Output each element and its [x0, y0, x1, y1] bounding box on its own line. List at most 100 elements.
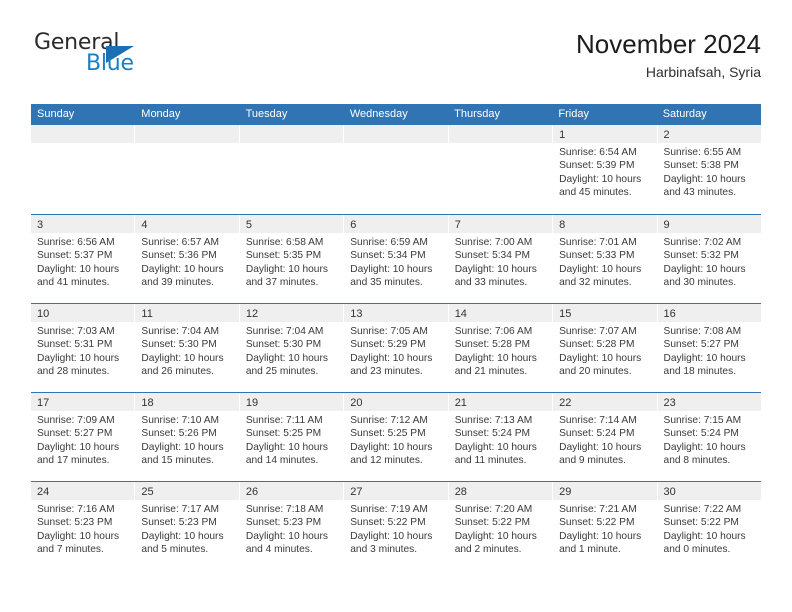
daylight-duration-line1: Daylight: 10 hours: [141, 352, 224, 364]
sunset-time: Sunset: 5:24 PM: [663, 428, 739, 440]
calendar-day-cell[interactable]: 5 Sunrise: 6:58 AM Sunset: 5:35 PM Daylight…: [239, 215, 345, 303]
calendar-day-cell[interactable]: 16 Sunrise: 7:08 AM Sunset: 5:27 PM Dayligh…: [657, 304, 761, 392]
daylight-duration-line1: Daylight: 10 hours: [245, 441, 328, 453]
calendar-day-cell[interactable]: 24 Sunrise: 7:16 AM Sunset: 5:23 PM Dayligh…: [31, 482, 136, 570]
sunrise-time: Sunrise: 7:10 AM: [141, 415, 220, 426]
calendar-day-cell[interactable]: 30 Sunrise: 7:22 AM Sunset: 5:22 PM Dayligh…: [657, 482, 761, 570]
calendar-day-cell[interactable]: 26 Sunrise: 7:18 AM Sunset: 5:23 PM Dayligh…: [239, 482, 345, 570]
day-number: 5: [245, 219, 252, 231]
day-number-band: 19: [239, 393, 344, 411]
daylight-duration-line2: and 35 minutes.: [350, 276, 423, 288]
daylight-duration-line2: and 43 minutes.: [663, 186, 737, 198]
calendar-day-cell[interactable]: 21 Sunrise: 7:13 AM Sunset: 5:24 PM Dayligh…: [448, 393, 554, 481]
daylight-duration-line2: and 37 minutes.: [245, 276, 319, 288]
day-details: Sunrise: 6:56 AM Sunset: 5:37 PM Daylight:…: [31, 233, 134, 289]
calendar-day-cell[interactable]: 22 Sunrise: 7:14 AM Sunset: 5:24 PM Dayligh…: [553, 393, 658, 481]
sunrise-time: Sunrise: 7:02 AM: [663, 237, 742, 248]
calendar-weeks: 1 Sunrise: 6:54 AM Sunset: 5:39 PM Daylight…: [31, 125, 761, 570]
calendar-day-cell[interactable]: 17 Sunrise: 7:09 AM Sunset: 5:27 PM Dayligh…: [31, 393, 136, 481]
calendar-day-cell[interactable]: 29 Sunrise: 7:21 AM Sunset: 5:22 PM Dayligh…: [553, 482, 658, 570]
calendar-day-cell[interactable]: 25 Sunrise: 7:17 AM Sunset: 5:23 PM Dayligh…: [135, 482, 240, 570]
daylight-duration-line1: Daylight: 10 hours: [37, 263, 120, 275]
sunrise-time: Sunrise: 7:08 AM: [663, 326, 742, 337]
sunrise-time: Sunrise: 6:59 AM: [350, 237, 428, 248]
sunrise-time: Sunrise: 7:22 AM: [663, 504, 742, 515]
sunset-time: Sunset: 5:23 PM: [245, 517, 322, 529]
calendar-day-cell[interactable]: 13 Sunrise: 7:05 AM Sunset: 5:29 PM Dayligh…: [344, 304, 449, 392]
calendar-day-cell[interactable]: 15 Sunrise: 7:07 AM Sunset: 5:28 PM Dayligh…: [553, 304, 658, 392]
sunrise-time: Sunrise: 7:04 AM: [245, 326, 324, 337]
day-number-band: 4: [135, 215, 239, 233]
day-number: 28: [454, 486, 467, 498]
generalblue-logo[interactable]: General Blue: [31, 32, 211, 90]
sunrise-time: Sunrise: 7:21 AM: [559, 504, 637, 515]
day-number-band: 16: [657, 304, 761, 322]
calendar-day-cell[interactable]: 2 Sunrise: 6:55 AM Sunset: 5:38 PM Daylight…: [657, 125, 761, 214]
day-number-band: 3: [31, 215, 135, 233]
calendar-day-cell[interactable]: 9 Sunrise: 7:02 AM Sunset: 5:32 PM Daylight…: [657, 215, 761, 303]
calendar-day-cell[interactable]: 6 Sunrise: 6:59 AM Sunset: 5:34 PM Daylight…: [344, 215, 449, 303]
day-number: 12: [245, 308, 259, 320]
calendar-day-cell[interactable]: 11 Sunrise: 7:04 AM Sunset: 5:30 PM Dayligh…: [135, 304, 240, 392]
day-number-band: 8: [553, 215, 657, 233]
daylight-duration-line2: and 32 minutes.: [559, 276, 632, 288]
day-number-band: 22: [553, 393, 657, 411]
calendar-day-cell[interactable]: 27 Sunrise: 7:19 AM Sunset: 5:22 PM Dayligh…: [344, 482, 449, 570]
day-details: Sunrise: 7:19 AM Sunset: 5:22 PM Daylight:…: [344, 500, 447, 556]
calendar-day-cell[interactable]: 1 Sunrise: 6:54 AM Sunset: 5:39 PM Daylight…: [553, 125, 658, 214]
day-details: [240, 143, 343, 146]
sunset-time: Sunset: 5:24 PM: [454, 428, 531, 440]
sunrise-time: Sunrise: 6:58 AM: [245, 237, 324, 248]
day-number: 22: [559, 397, 572, 409]
day-details: Sunrise: 6:55 AM Sunset: 5:38 PM Daylight:…: [658, 143, 761, 199]
calendar-week-row: 3 Sunrise: 6:56 AM Sunset: 5:37 PM Daylight…: [31, 214, 761, 303]
day-number-band: 28: [448, 482, 553, 500]
daylight-duration-line1: Daylight: 10 hours: [454, 530, 537, 542]
sunset-time: Sunset: 5:25 PM: [350, 428, 426, 440]
daylight-duration-line2: and 11 minutes.: [454, 454, 527, 466]
daylight-duration-line1: Daylight: 10 hours: [350, 530, 433, 542]
day-details: Sunrise: 7:12 AM Sunset: 5:25 PM Daylight:…: [344, 411, 447, 467]
daylight-duration-line2: and 12 minutes.: [350, 454, 423, 466]
sunset-time: Sunset: 5:28 PM: [454, 339, 531, 351]
sunset-time: Sunset: 5:23 PM: [141, 517, 217, 529]
calendar-day-cell[interactable]: 3 Sunrise: 6:56 AM Sunset: 5:37 PM Daylight…: [31, 215, 136, 303]
day-details: Sunrise: 7:08 AM Sunset: 5:27 PM Daylight:…: [658, 322, 761, 378]
day-number-band: 24: [31, 482, 135, 500]
dow-header-friday: Friday: [558, 108, 589, 120]
day-of-week-header-row: Sunday Monday Tuesday Wednesday Thursday…: [31, 104, 761, 125]
day-details: Sunrise: 7:20 AM Sunset: 5:22 PM Daylight:…: [449, 500, 552, 556]
calendar-day-cell[interactable]: 7 Sunrise: 7:00 AM Sunset: 5:34 PM Daylight…: [448, 215, 554, 303]
day-number: 24: [37, 486, 50, 498]
day-number: 13: [350, 308, 363, 320]
daylight-duration-line1: Daylight: 10 hours: [350, 352, 433, 364]
calendar-day-cell[interactable]: 23 Sunrise: 7:15 AM Sunset: 5:24 PM Dayligh…: [657, 393, 761, 481]
calendar-day-cell[interactable]: 12 Sunrise: 7:04 AM Sunset: 5:30 PM Dayligh…: [239, 304, 345, 392]
calendar-day-cell[interactable]: 14 Sunrise: 7:06 AM Sunset: 5:28 PM Dayligh…: [448, 304, 554, 392]
logo-text-blue: Blue: [86, 51, 134, 76]
sunrise-time: Sunrise: 7:04 AM: [141, 326, 220, 337]
day-details: Sunrise: 7:13 AM Sunset: 5:24 PM Daylight:…: [449, 411, 552, 467]
calendar-day-cell[interactable]: 10 Sunrise: 7:03 AM Sunset: 5:31 PM Dayligh…: [31, 304, 136, 392]
sunset-time: Sunset: 5:29 PM: [350, 339, 426, 351]
daylight-duration-line1: Daylight: 10 hours: [663, 530, 746, 542]
calendar-week-row: 10 Sunrise: 7:03 AM Sunset: 5:31 PM Dayligh…: [31, 303, 761, 392]
sunrise-time: Sunrise: 7:11 AM: [245, 415, 323, 426]
calendar-day-cell[interactable]: 19 Sunrise: 7:11 AM Sunset: 5:25 PM Dayligh…: [239, 393, 345, 481]
calendar-day-cell-empty: [31, 125, 136, 214]
day-number: 6: [350, 219, 357, 231]
sunset-time: Sunset: 5:35 PM: [245, 250, 322, 262]
day-number: 27: [350, 486, 363, 498]
sunrise-time: Sunrise: 7:17 AM: [141, 504, 220, 515]
sunrise-time: Sunrise: 7:07 AM: [559, 326, 637, 337]
calendar-day-cell[interactable]: 28 Sunrise: 7:20 AM Sunset: 5:22 PM Dayligh…: [448, 482, 554, 570]
day-details: Sunrise: 7:05 AM Sunset: 5:29 PM Daylight:…: [344, 322, 447, 378]
daylight-duration-line1: Daylight: 10 hours: [559, 530, 642, 542]
calendar-day-cell[interactable]: 4 Sunrise: 6:57 AM Sunset: 5:36 PM Daylight…: [135, 215, 240, 303]
day-number: 29: [559, 486, 572, 498]
day-number-band: 14: [448, 304, 553, 322]
calendar-day-cell[interactable]: 8 Sunrise: 7:01 AM Sunset: 5:33 PM Daylight…: [553, 215, 658, 303]
daylight-duration-line1: Daylight: 10 hours: [454, 352, 537, 364]
calendar-day-cell[interactable]: 18 Sunrise: 7:10 AM Sunset: 5:26 PM Dayligh…: [135, 393, 240, 481]
calendar-day-cell[interactable]: 20 Sunrise: 7:12 AM Sunset: 5:25 PM Dayligh…: [344, 393, 449, 481]
